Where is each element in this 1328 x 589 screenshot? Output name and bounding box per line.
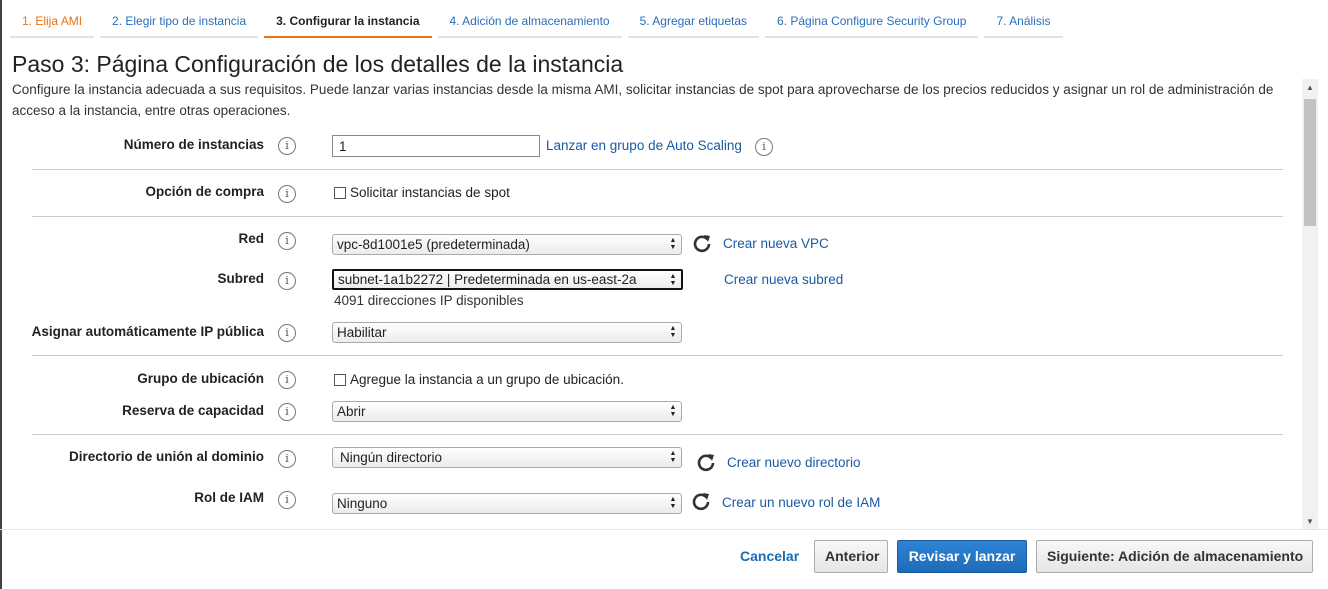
step-configure-instance[interactable]: 3. Configurar la instancia [264,0,432,38]
domain-directory-label: Directorio de unión al dominio [68,449,264,464]
section-divider [32,355,1283,356]
network-select[interactable]: vpc-8d1001e5 (predeterminada) ▲ ▼ [332,234,682,255]
iam-role-select[interactable]: Ninguno ▲ ▼ [332,493,682,514]
info-icon[interactable]: i [278,371,296,389]
configuration-form: Número de instancias i Lanzar en grupo d… [12,125,1302,529]
info-icon[interactable]: i [755,138,773,156]
create-vpc-link[interactable]: Crear nueva VPC [723,236,829,251]
page-scrollbar[interactable]: ▲ ▼ [1302,79,1318,529]
placement-checkbox[interactable] [334,373,346,386]
step-review[interactable]: 7. Análisis [984,0,1063,38]
next-add-storage-button[interactable]: Siguiente: Adición de almacenamiento [1036,540,1313,573]
create-subnet-link[interactable]: Crear nueva subred [724,272,843,287]
select-arrows-icon: ▲ ▼ [669,273,677,287]
select-arrows-icon: ▲ ▼ [669,325,677,339]
available-ip-count: 4091 direcciones IP disponibles [334,293,524,308]
section-divider [32,169,1283,170]
page-description: Configure la instancia adecuada a sus re… [12,82,1274,118]
capacity-reservation-select[interactable]: Abrir ▲ ▼ [332,401,682,422]
domain-directory-select[interactable]: Ningún directorio ▲ ▼ [332,447,682,468]
window-edge [0,0,2,589]
refresh-icon[interactable] [692,233,712,253]
info-icon[interactable]: i [278,232,296,250]
instances-label: Número de instancias [123,137,264,152]
placement-checkbox-label: Agregue la instancia a un grupo de ubica… [350,372,624,387]
scroll-down-icon[interactable]: ▼ [1302,515,1318,529]
section-divider [32,434,1283,435]
select-arrows-icon: ▲ ▼ [669,450,677,464]
spot-checkbox-label: Solicitar instancias de spot [350,185,510,200]
previous-button[interactable]: Anterior [814,540,888,573]
info-icon[interactable]: i [278,324,296,342]
subnet-select[interactable]: subnet-1a1b2272 | Predeterminada en us-e… [332,269,683,290]
wizard-steps: 1. Elija AMI 2. Elegir tipo de instancia… [10,0,1069,38]
step-add-storage[interactable]: 4. Adición de almacenamiento [437,0,622,38]
scrollbar-thumb[interactable] [1304,99,1316,226]
select-arrows-icon: ▲ ▼ [669,237,677,251]
auto-scaling-link[interactable]: Lanzar en grupo de Auto Scaling [546,138,742,153]
step-add-tags[interactable]: 5. Agregar etiquetas [627,0,760,38]
create-iam-role-link[interactable]: Crear un nuevo rol de IAM [722,495,880,510]
subnet-label: Subred [217,271,264,286]
step-choose-ami[interactable]: 1. Elija AMI [10,0,95,38]
step-instance-type[interactable]: 2. Elegir tipo de instancia [100,0,259,38]
step-security-group[interactable]: 6. Página Configure Security Group [765,0,979,38]
info-icon[interactable]: i [278,137,296,155]
placement-group-option[interactable]: Agregue la instancia a un grupo de ubica… [334,372,624,387]
footer-divider [0,529,1328,530]
spot-request-option[interactable]: Solicitar instancias de spot [334,185,510,200]
review-launch-button[interactable]: Revisar y lanzar [897,540,1027,573]
instance-count-input[interactable] [332,135,540,157]
iam-role-label: Rol de IAM [194,490,264,505]
page-title: Paso 3: Página Configuración de los deta… [12,51,624,77]
info-icon[interactable]: i [278,403,296,421]
info-icon[interactable]: i [278,272,296,290]
create-directory-link[interactable]: Crear nuevo directorio [727,455,861,470]
network-label: Red [238,231,264,246]
purchase-option-label: Opción de compra [145,184,264,199]
capacity-reservation-label: Reserva de capacidad [122,403,264,418]
select-arrows-icon: ▲ ▼ [669,496,677,510]
scroll-up-icon[interactable]: ▲ [1302,81,1318,95]
public-ip-select[interactable]: Habilitar ▲ ▼ [332,322,682,343]
info-icon[interactable]: i [278,450,296,468]
info-icon[interactable]: i [278,491,296,509]
placement-group-label: Grupo de ubicación [137,371,264,386]
public-ip-label: Asignar automáticamente IP pública [31,324,264,339]
section-divider [32,216,1283,217]
spot-checkbox[interactable] [334,186,346,199]
info-icon[interactable]: i [278,185,296,203]
select-arrows-icon: ▲ ▼ [669,404,677,418]
refresh-icon[interactable] [691,491,711,511]
cancel-button[interactable]: Cancelar [730,540,808,573]
refresh-icon[interactable] [696,452,716,472]
